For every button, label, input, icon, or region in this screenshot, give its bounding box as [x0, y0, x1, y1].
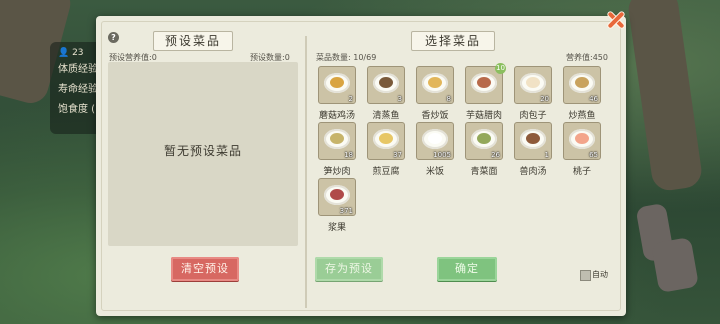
dish-count: 65 — [589, 151, 598, 159]
save-preset-button[interactable]: 存为预设 — [315, 257, 383, 281]
dish-count: 1 — [544, 151, 549, 159]
close-icon[interactable] — [604, 8, 628, 32]
dish-card[interactable]: 26 — [465, 122, 503, 160]
meal-dialog: ? 预设菜品 预设营养值:0 预设数量:0 暂无预设菜品 清空预设 选择菜品 菜… — [96, 16, 626, 316]
dish-item[interactable]: 3 清蒸鱼 — [367, 66, 405, 121]
dish-item[interactable]: 2 蘑菇鸡汤 — [318, 66, 356, 121]
dish-card[interactable]: 2 — [318, 66, 356, 104]
dish-plate-icon — [520, 129, 546, 149]
preset-list: 暂无预设菜品 — [108, 62, 298, 246]
dish-count: 3 — [397, 95, 402, 103]
dish-name: 清蒸鱼 — [372, 111, 400, 121]
dish-badge: 10 — [495, 63, 506, 74]
dish-card[interactable]: 37 — [367, 122, 405, 160]
dish-plate-icon — [324, 129, 350, 149]
preset-title: 预设菜品 — [153, 31, 233, 51]
dish-card[interactable]: 8 — [416, 66, 454, 104]
dish-count: 26 — [491, 151, 500, 159]
help-icon[interactable]: ? — [108, 32, 119, 43]
dish-card[interactable]: 1 — [514, 122, 552, 160]
select-title: 选择菜品 — [411, 31, 495, 51]
dish-food-icon — [526, 77, 540, 88]
dish-plate-icon — [520, 73, 546, 93]
dish-name: 蘑菇鸡汤 — [318, 111, 355, 121]
dish-plate-icon — [471, 73, 497, 93]
dish-plate-icon — [373, 129, 399, 149]
clear-preset-button[interactable]: 清空预设 — [171, 257, 239, 281]
dish-count: 菜品数量: 10/69 — [316, 53, 377, 62]
dish-card[interactable]: 46 — [563, 66, 601, 104]
dish-count: 46 — [589, 95, 598, 103]
dish-card[interactable]: 18 — [318, 122, 356, 160]
dish-name: 肉包子 — [519, 111, 547, 121]
dish-count: 371 — [339, 207, 353, 215]
dish-count: 20 — [540, 95, 549, 103]
dish-count: 2 — [348, 95, 353, 103]
dish-count: 8 — [446, 95, 451, 103]
dish-name: 笋炒肉 — [323, 167, 351, 177]
dish-name: 浆果 — [327, 223, 346, 233]
dish-food-icon — [428, 77, 442, 88]
dish-name: 煎豆腐 — [372, 167, 400, 177]
dish-food-icon — [575, 77, 589, 88]
dish-plate-icon — [324, 185, 350, 205]
dish-food-icon — [379, 77, 393, 88]
dish-plate-icon — [324, 73, 350, 93]
dish-card[interactable]: 371 — [318, 178, 356, 216]
dish-food-icon — [575, 133, 589, 144]
dish-card[interactable]: 3 — [367, 66, 405, 104]
dish-card[interactable]: 65 — [563, 122, 601, 160]
dish-card[interactable]: 20 — [514, 66, 552, 104]
dish-food-icon — [330, 189, 344, 200]
dish-card[interactable]: 1005 — [416, 122, 454, 160]
dish-item[interactable]: 65 桃子 — [563, 122, 601, 177]
dish-plate-icon — [471, 129, 497, 149]
dish-name: 青菜面 — [470, 167, 498, 177]
dish-plate-icon — [422, 129, 448, 149]
dish-item[interactable]: 20 肉包子 — [514, 66, 552, 121]
dish-item[interactable]: 1005 米饭 — [416, 122, 454, 177]
divider — [305, 36, 307, 308]
empty-preset-text: 暂无预设菜品 — [163, 144, 242, 158]
dish-name: 炒燕鱼 — [568, 111, 596, 121]
dish-count: 18 — [344, 151, 353, 159]
dish-name: 香炒饭 — [421, 111, 449, 121]
dish-item[interactable]: 37 煎豆腐 — [367, 122, 405, 177]
dish-item[interactable]: 1 兽肉汤 — [514, 122, 552, 177]
dish-item[interactable]: 371 浆果 — [318, 178, 356, 233]
dish-count: 1005 — [433, 151, 451, 159]
dish-item[interactable]: 10 芋菇腊肉 — [465, 63, 506, 121]
auto-checkbox[interactable] — [580, 270, 591, 281]
total-nutrition: 营养值:450 — [566, 53, 608, 62]
dish-food-icon — [477, 133, 491, 144]
dish-item[interactable]: 46 炒燕鱼 — [563, 66, 601, 121]
dish-food-icon — [428, 133, 442, 144]
dish-name: 兽肉汤 — [519, 167, 547, 177]
auto-label: 自动 — [592, 270, 608, 279]
dish-plate-icon — [569, 73, 595, 93]
dish-food-icon — [330, 133, 344, 144]
dish-plate-icon — [373, 73, 399, 93]
dish-name: 桃子 — [572, 167, 591, 177]
dish-plate-icon — [569, 129, 595, 149]
dish-count: 37 — [393, 151, 402, 159]
dish-plate-icon — [422, 73, 448, 93]
dish-food-icon — [330, 77, 344, 88]
dish-name: 芋菇腊肉 — [465, 111, 502, 121]
dish-name: 米饭 — [425, 167, 444, 177]
dish-food-icon — [477, 77, 491, 88]
confirm-button[interactable]: 确定 — [437, 257, 497, 281]
dish-item[interactable]: 26 青菜面 — [465, 122, 503, 177]
dish-item[interactable]: 18 笋炒肉 — [318, 122, 356, 177]
dish-item[interactable]: 8 香炒饭 — [416, 66, 454, 121]
dish-food-icon — [379, 133, 393, 144]
dish-food-icon — [526, 133, 540, 144]
